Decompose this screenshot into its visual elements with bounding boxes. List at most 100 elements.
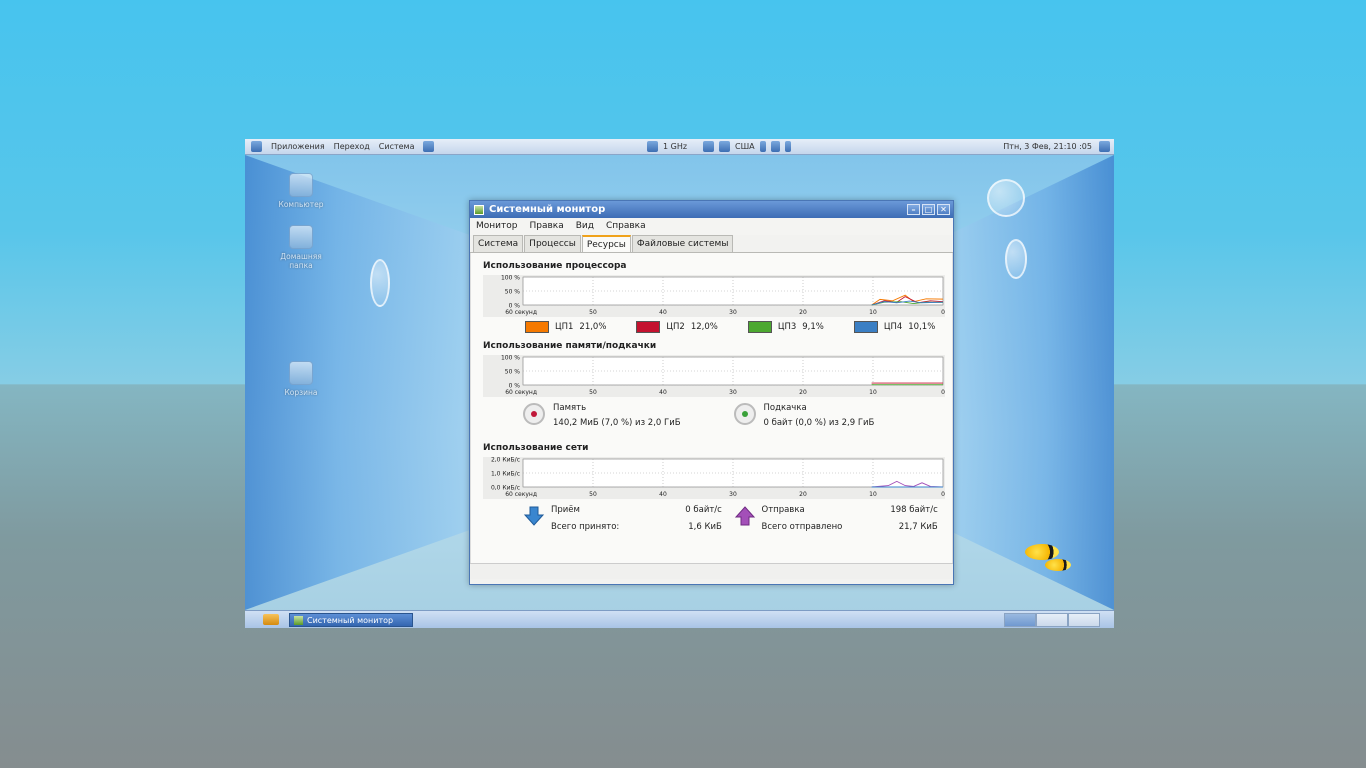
receive-table: Приём 0 байт/с Всего принято: 1,6 КиБ [551, 505, 722, 539]
cpu-graph-svg: 100 %50 %0 %60 секунд 50 40 30 20 10 0 [483, 275, 945, 317]
send-arrow-icon[interactable] [734, 505, 756, 527]
tray-app-icon[interactable] [703, 141, 714, 152]
close-button[interactable]: ✕ [937, 204, 950, 215]
memory-y-tick-label: 50 % [505, 369, 521, 376]
bubble [987, 179, 1025, 217]
system-monitor-icon [294, 615, 303, 625]
send-total-label: Всего отправлено [761, 522, 843, 532]
main-menu-icon[interactable] [251, 141, 262, 152]
cpu-x-tick-label: 60 секунд [505, 309, 537, 316]
send-total: 21,7 КиБ [898, 522, 938, 532]
cpu2-color-button[interactable] [636, 321, 661, 333]
fish [1045, 559, 1071, 571]
cpu3-color-button[interactable] [747, 321, 772, 333]
memory-graph-svg: 100 %50 %0 %60 секунд 50 40 30 20 10 0 [483, 355, 945, 397]
network-section-title: Использование сети [483, 443, 589, 453]
cpu-legend: ЦП1 21,0% ЦП2 12,0% ЦП3 9,1% ЦП4 10,1% [483, 321, 944, 333]
memory-item: Память 140,2 МиБ (7,0 %) из 2,0 ГиБ [523, 403, 734, 433]
cpu-x-tick-label: 50 [589, 309, 597, 316]
swap-value: 0 байт (0,0 %) из 2,9 ГиБ [763, 418, 875, 428]
home-folder-icon [289, 225, 313, 249]
window-title: Системный монитор [489, 204, 606, 215]
cpu-x-tick-label: 0 [941, 309, 945, 316]
legend-cpu4: ЦП4 10,1% [853, 321, 935, 333]
memory-x-tick-label: 0 [941, 389, 945, 396]
desktop-icon-computer[interactable]: Компьютер [271, 173, 331, 209]
battery-icon[interactable] [784, 141, 791, 152]
tray-keyboard-icon[interactable] [719, 141, 730, 152]
cpu-x-tick-label: 30 [729, 309, 737, 316]
desktop-icon-home[interactable]: Домашняя папка [271, 225, 331, 270]
legend-cpu1: ЦП1 21,0% [525, 321, 606, 333]
bluetooth-icon[interactable] [759, 141, 766, 152]
keyboard-layout-label[interactable]: США [735, 142, 755, 151]
memory-pie-icon[interactable] [523, 403, 545, 425]
computer-icon [289, 173, 313, 197]
receive-total-label: Всего принято: [551, 522, 620, 532]
cpu4-color-button[interactable] [853, 321, 878, 333]
network-x-tick-label: 40 [659, 491, 667, 498]
workspace-2[interactable] [1036, 613, 1068, 627]
fish [1025, 544, 1059, 560]
desktop-icon-trash[interactable]: Корзина [271, 361, 331, 397]
workspace-switcher [1004, 613, 1100, 627]
memory-y-tick-label: 100 % [501, 355, 520, 362]
cpu-freq-label: 1 GHz [663, 142, 688, 151]
minimize-button[interactable]: – [907, 204, 920, 215]
resources-panel: Использование процессора 100 % 50 % 0 % 60 … [470, 253, 953, 563]
tab-processes[interactable]: Процессы [524, 235, 581, 252]
logout-icon[interactable] [1099, 141, 1110, 152]
send-label: Отправка [761, 505, 805, 515]
window-titlebar[interactable]: Системный монитор – □ ✕ [470, 201, 953, 218]
menu-system[interactable]: Система [379, 142, 415, 151]
swap-item: Подкачка 0 байт (0,0 %) из 2,9 ГиБ [733, 403, 945, 433]
wallpaper-right-wall [944, 155, 1114, 610]
legend-cpu3: ЦП3 9,1% [747, 321, 824, 333]
swap-pie-icon[interactable] [733, 403, 756, 425]
legend-cpu2: ЦП2 12,0% [636, 321, 718, 333]
workspace-1[interactable] [1004, 613, 1036, 627]
taskbar-button-system-monitor[interactable]: Системный монитор [289, 613, 413, 627]
receive-item: Приём 0 байт/с Всего принято: 1,6 КиБ [523, 505, 734, 539]
system-monitor-window: Системный монитор – □ ✕ Монитор Правка В… [469, 200, 954, 585]
maximize-button[interactable]: □ [922, 204, 935, 215]
receive-arrow-icon[interactable] [523, 505, 545, 527]
send-table: Отправка 198 байт/с Всего отправлено 21,7 … [762, 505, 938, 539]
network-graph: 2,0 КиБ/с 1,0 КиБ/с 0,0 КиБ/с 60 секунд 50 40… [483, 457, 945, 501]
swap-label: Подкачка [763, 403, 807, 413]
app-icon [474, 204, 484, 215]
network-graph-svg: 2,0 КиБ/с1,0 КиБ/с0,0 КиБ/с60 секунд 50 40… [483, 457, 945, 499]
show-desktop-icon[interactable] [263, 614, 279, 625]
tab-filesystems[interactable]: Файловые системы [631, 235, 734, 252]
receive-label: Приём [551, 505, 580, 515]
tab-resources[interactable]: Ресурсы [581, 235, 631, 252]
menubar: Монитор Правка Вид Справка [470, 218, 953, 235]
network-signal-icon[interactable] [770, 141, 780, 152]
tab-bar: Система Процессы Ресурсы Файловые систем… [470, 235, 953, 253]
menu-applications[interactable]: Приложения [271, 142, 325, 151]
memory-summary: Память 140,2 МиБ (7,0 %) из 2,0 ГиБ Подк… [483, 403, 944, 433]
network-summary: Приём 0 байт/с Всего принято: 1,6 КиБ Отпр… [483, 505, 944, 539]
clock[interactable]: Птн, 3 Фев, 21:10 :05 [1003, 142, 1092, 151]
status-bar [470, 563, 953, 579]
menu-help[interactable]: Справка [606, 221, 646, 232]
bubble [370, 259, 390, 307]
menu-monitor[interactable]: Монитор [476, 221, 517, 232]
network-y-tick-label: 2,0 КиБ/с [491, 457, 520, 464]
bottom-panel: Системный монитор [245, 610, 1114, 628]
memory-x-tick-label: 20 [799, 389, 807, 396]
receive-total: 1,6 КиБ [688, 522, 722, 532]
tab-system[interactable]: Система [473, 235, 524, 252]
menu-view[interactable]: Вид [576, 221, 594, 232]
send-rate: 198 байт/с [890, 505, 938, 515]
cpu1-color-button[interactable] [525, 321, 549, 333]
workspace-3[interactable] [1068, 613, 1100, 627]
cpu-freq-icon[interactable] [647, 141, 658, 152]
menu-edit[interactable]: Правка [529, 221, 563, 232]
memory-x-tick-label: 10 [869, 389, 877, 396]
menu-places[interactable]: Переход [334, 142, 370, 151]
system-monitor-launcher-icon[interactable] [423, 141, 435, 152]
send-item: Отправка 198 байт/с Всего отправлено 21,7 … [734, 505, 945, 539]
cpu-y-tick-label: 50 % [505, 289, 521, 296]
cpu-section-title: Использование процессора [483, 261, 627, 271]
